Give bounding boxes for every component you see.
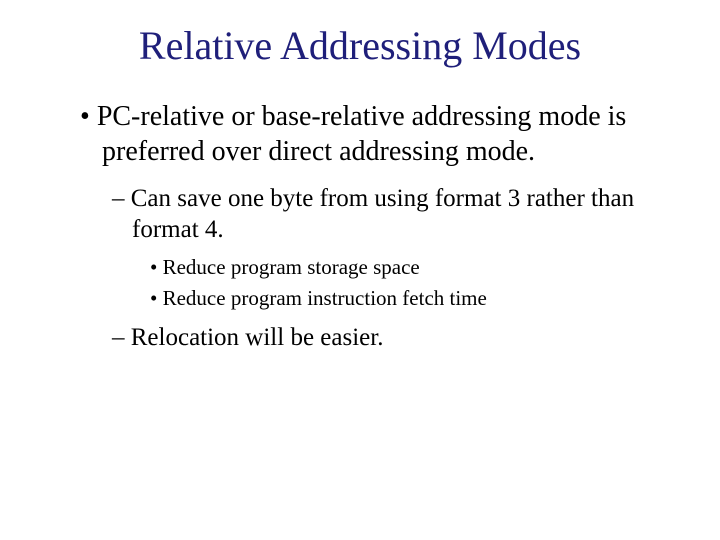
bullet-level3: Reduce program storage space <box>150 254 670 281</box>
slide: Relative Addressing Modes PC-relative or… <box>0 0 720 540</box>
bullet-level2: Relocation will be easier. <box>112 322 670 353</box>
slide-title: Relative Addressing Modes <box>50 22 670 69</box>
bullet-level3: Reduce program instruction fetch time <box>150 285 670 312</box>
bullet-level1: PC-relative or base-relative addressing … <box>80 99 670 169</box>
bullet-level2: Can save one byte from using format 3 ra… <box>112 183 670 246</box>
